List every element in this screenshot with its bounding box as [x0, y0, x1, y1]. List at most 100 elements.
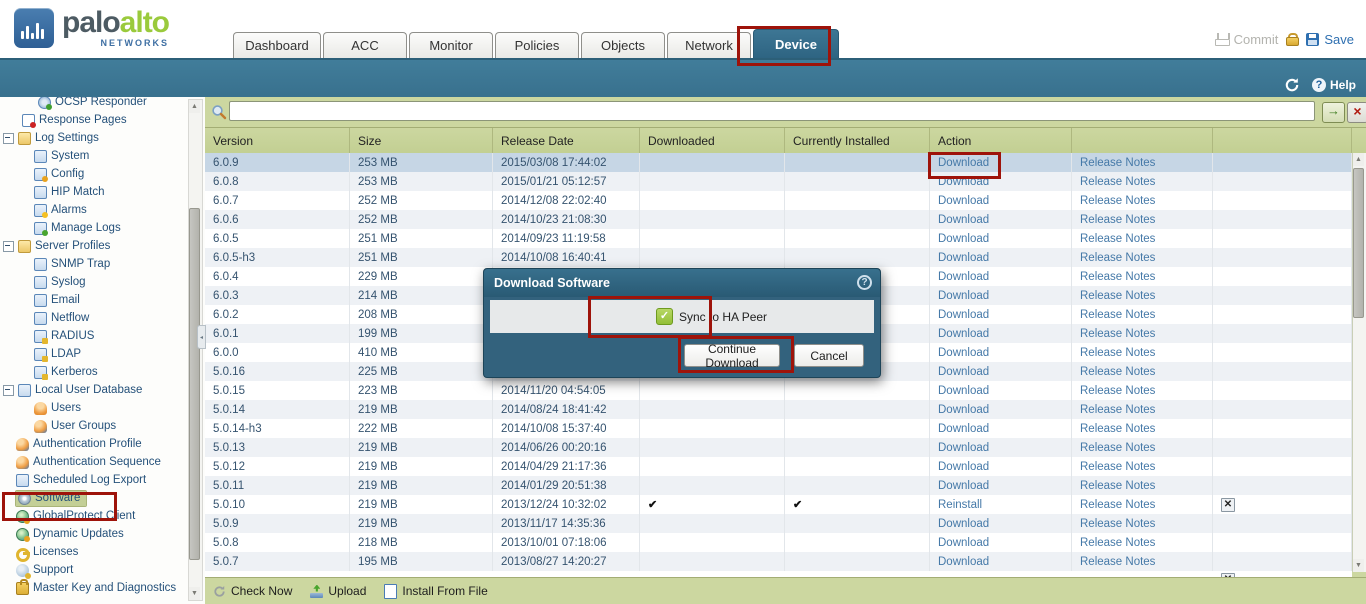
download-link[interactable]: Download [938, 290, 989, 302]
download-link[interactable]: Download [938, 271, 989, 283]
table-row[interactable]: 6.0.5251 MB2014/09/23 11:19:58DownloadRe… [205, 229, 1352, 248]
scroll-down-icon[interactable]: ▼ [1353, 559, 1364, 572]
release-notes-link[interactable]: Release Notes [1080, 290, 1155, 302]
sidebar-item-scheduled-log-export[interactable]: Scheduled Log Export [0, 471, 188, 489]
table-row[interactable]: 5.0.13219 MB2014/06/26 00:20:16DownloadR… [205, 438, 1352, 457]
sidebar-item-hip-match[interactable]: HIP Match [0, 183, 188, 201]
tab-acc[interactable]: ACC [323, 32, 407, 58]
collapse-expander-icon[interactable] [3, 133, 14, 144]
upload-button[interactable]: Upload [310, 584, 366, 598]
table-row[interactable]: 5.0.14-h3222 MB2014/10/08 15:37:40Downlo… [205, 419, 1352, 438]
sidebar-item-radius[interactable]: RADIUS [0, 327, 188, 345]
commit-button[interactable]: Commit [1215, 32, 1279, 47]
column-header-action[interactable]: Action [930, 128, 1072, 153]
table-row[interactable]: 5.0.9219 MB2013/11/17 14:35:36DownloadRe… [205, 514, 1352, 533]
lock-icon[interactable] [1286, 33, 1298, 46]
scroll-down-icon[interactable]: ▼ [189, 587, 200, 600]
release-notes-link[interactable]: Release Notes [1080, 366, 1155, 378]
sidebar-item-kerberos[interactable]: Kerberos [0, 363, 188, 381]
clear-filter-button[interactable]: × [1347, 102, 1366, 123]
release-notes-link[interactable]: Release Notes [1080, 423, 1155, 435]
sidebar-scroll-thumb[interactable] [189, 208, 200, 560]
column-header-blank-7[interactable] [1213, 128, 1352, 153]
sidebar-item-user-groups[interactable]: User Groups [0, 417, 188, 435]
check-now-button[interactable]: Check Now [213, 584, 292, 598]
sidebar-item-authentication-profile[interactable]: Authentication Profile [0, 435, 188, 453]
collapse-expander-icon[interactable] [3, 385, 14, 396]
sidebar-item-software[interactable]: Software [0, 489, 188, 507]
table-row[interactable]: 6.0.7252 MB2014/12/08 22:02:40DownloadRe… [205, 191, 1352, 210]
download-link[interactable]: Download [938, 233, 989, 245]
download-link[interactable]: Download [938, 518, 989, 530]
release-notes-link[interactable]: Release Notes [1080, 214, 1155, 226]
release-notes-link[interactable]: Release Notes [1080, 195, 1155, 207]
help-button[interactable]: ? Help [1312, 78, 1356, 92]
tab-monitor[interactable]: Monitor [409, 32, 493, 58]
sidebar-item-master-key-and-diagnostics[interactable]: Master Key and Diagnostics [0, 579, 188, 597]
download-link[interactable]: Download [938, 309, 989, 321]
column-header-version[interactable]: Version [205, 128, 350, 153]
download-link[interactable]: Download [938, 214, 989, 226]
apply-filter-button[interactable]: → [1322, 102, 1345, 123]
sidebar-item-server-profiles[interactable]: Server Profiles [0, 237, 188, 255]
sidebar-item-syslog[interactable]: Syslog [0, 273, 188, 291]
release-notes-link[interactable]: Release Notes [1080, 442, 1155, 454]
tab-dashboard[interactable]: Dashboard [233, 32, 321, 58]
sidebar-collapse-handle[interactable]: ◂ [197, 325, 206, 349]
download-link[interactable]: Download [938, 195, 989, 207]
reinstall-link[interactable]: Reinstall [938, 499, 982, 511]
sidebar-item-netflow[interactable]: Netflow [0, 309, 188, 327]
install-from-file-button[interactable]: Install From File [384, 584, 487, 599]
sidebar-item-log-settings[interactable]: Log Settings [0, 129, 188, 147]
table-row[interactable]: 5.0.7195 MB2013/08/27 14:20:27DownloadRe… [205, 552, 1352, 571]
remove-icon[interactable]: ✕ [1221, 498, 1235, 512]
download-link[interactable]: Download [938, 328, 989, 340]
release-notes-link[interactable]: Release Notes [1080, 537, 1155, 549]
download-link[interactable]: Download [938, 556, 989, 568]
scroll-up-icon[interactable]: ▲ [189, 100, 200, 113]
sidebar-item-email[interactable]: Email [0, 291, 188, 309]
table-row[interactable]: 5.0.12219 MB2014/04/29 21:17:36DownloadR… [205, 457, 1352, 476]
table-row[interactable]: 5.0.11219 MB2014/01/29 20:51:38DownloadR… [205, 476, 1352, 495]
sync-to-ha-peer-checkbox[interactable]: ✓ [656, 308, 673, 325]
release-notes-link[interactable]: Release Notes [1080, 252, 1155, 264]
table-scroll-thumb[interactable] [1353, 168, 1364, 318]
download-link[interactable]: Download [938, 157, 989, 169]
table-row[interactable]: 6.0.5-h3251 MB2014/10/08 16:40:41Downloa… [205, 248, 1352, 267]
table-row[interactable]: 5.0.14219 MB2014/08/24 18:41:42DownloadR… [205, 400, 1352, 419]
table-row[interactable]: 6.0.8253 MB2015/01/21 05:12:57DownloadRe… [205, 172, 1352, 191]
column-header-currently-installed[interactable]: Currently Installed [785, 128, 930, 153]
sidebar-item-licenses[interactable]: Licenses [0, 543, 188, 561]
sidebar-item-ocsp-responder[interactable]: OCSP Responder [0, 97, 188, 111]
release-notes-link[interactable]: Release Notes [1080, 157, 1155, 169]
release-notes-link[interactable]: Release Notes [1080, 480, 1155, 492]
column-header-blank-6[interactable] [1072, 128, 1213, 153]
download-link[interactable]: Download [938, 480, 989, 492]
sidebar-item-support[interactable]: Support [0, 561, 188, 579]
release-notes-link[interactable]: Release Notes [1080, 309, 1155, 321]
table-row[interactable]: 6.0.6252 MB2014/10/23 21:08:30DownloadRe… [205, 210, 1352, 229]
download-link[interactable]: Download [938, 252, 989, 264]
column-header-release-date[interactable]: Release Date [493, 128, 640, 153]
download-link[interactable]: Download [938, 347, 989, 359]
continue-download-button[interactable]: Continue Download [684, 344, 780, 367]
column-header-size[interactable]: Size [350, 128, 493, 153]
sidebar-item-ldap[interactable]: LDAP [0, 345, 188, 363]
download-link[interactable]: Download [938, 366, 989, 378]
table-scrollbar[interactable]: ▲ ▼ [1352, 153, 1366, 572]
sidebar-scrollbar[interactable]: ▲ ▼ [188, 99, 203, 601]
table-row[interactable]: 6.0.9253 MB2015/03/08 17:44:02DownloadRe… [205, 153, 1352, 172]
release-notes-link[interactable]: Release Notes [1080, 518, 1155, 530]
sidebar-item-manage-logs[interactable]: Manage Logs [0, 219, 188, 237]
save-button[interactable]: Save [1306, 32, 1354, 47]
refresh-icon[interactable] [1284, 77, 1300, 93]
sidebar-item-response-pages[interactable]: Response Pages [0, 111, 188, 129]
cancel-button[interactable]: Cancel [794, 344, 864, 367]
tab-policies[interactable]: Policies [495, 32, 579, 58]
download-link[interactable]: Download [938, 404, 989, 416]
sidebar-item-local-user-database[interactable]: Local User Database [0, 381, 188, 399]
table-row[interactable]: 5.0.8218 MB2013/10/01 07:18:06DownloadRe… [205, 533, 1352, 552]
filter-input[interactable] [229, 101, 1315, 121]
download-link[interactable]: Download [938, 385, 989, 397]
dialog-help-icon[interactable]: ? [857, 275, 872, 290]
